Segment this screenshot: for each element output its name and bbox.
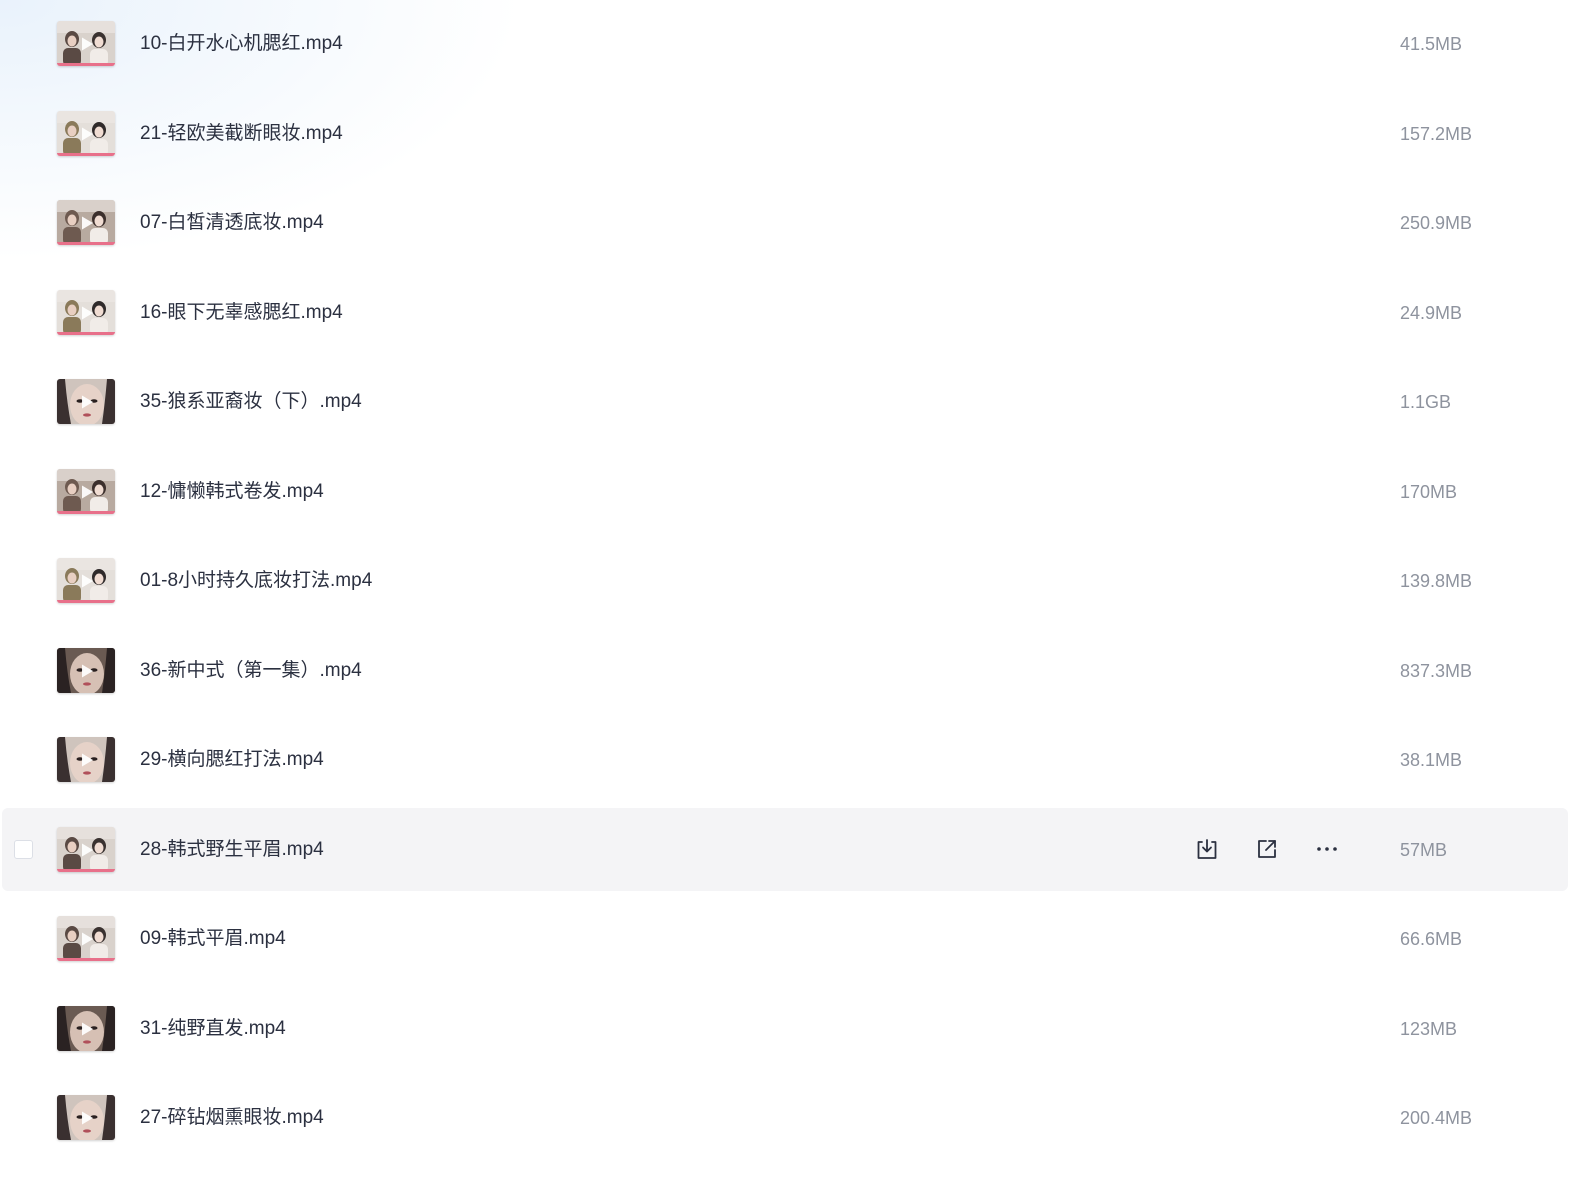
file-name[interactable]: 09-韩式平眉.mp4 xyxy=(140,927,286,951)
file-row[interactable]: 21-轻欧美截断眼妆.mp4 157.2MB xyxy=(2,92,1568,175)
more-icon[interactable] xyxy=(1312,834,1342,864)
file-row[interactable]: 07-白皙清透底妆.mp4 250.9MB xyxy=(2,181,1568,264)
play-icon xyxy=(79,573,95,589)
file-row[interactable]: 01-8小时持久底妆打法.mp4 139.8MB xyxy=(2,539,1568,622)
play-icon xyxy=(79,215,95,231)
file-row[interactable]: 28-韩式野生平眉.mp4 57MB xyxy=(2,807,1568,891)
file-size: 1.1GB xyxy=(1400,392,1452,412)
share-icon[interactable] xyxy=(1252,834,1282,864)
video-thumbnail[interactable] xyxy=(57,558,115,603)
file-row[interactable]: 10-白开水心机腮红.mp4 41.5MB xyxy=(2,2,1568,85)
play-icon xyxy=(79,305,95,321)
file-name[interactable]: 31-纯野直发.mp4 xyxy=(140,1017,286,1041)
video-thumbnail[interactable] xyxy=(57,110,115,156)
play-icon xyxy=(79,394,95,410)
play-icon xyxy=(79,931,95,947)
play-icon xyxy=(79,484,95,500)
file-size: 57MB xyxy=(1400,839,1448,860)
play-icon xyxy=(79,842,95,858)
row-checkbox[interactable] xyxy=(14,839,33,859)
file-name[interactable]: 10-白开水心机腮红.mp4 xyxy=(140,32,343,56)
file-row[interactable]: 35-狼系亚裔妆（下）.mp4 1.1GB xyxy=(2,360,1568,443)
video-thumbnail[interactable] xyxy=(57,1095,115,1140)
file-name[interactable]: 07-白皙清透底妆.mp4 xyxy=(140,211,324,235)
video-thumbnail[interactable] xyxy=(57,468,115,514)
file-row[interactable]: 29-横向腮红打法.mp4 38.1MB xyxy=(2,718,1568,801)
video-thumbnail[interactable] xyxy=(57,737,115,782)
file-name[interactable]: 16-眼下无辜感腮红.mp4 xyxy=(140,301,343,325)
file-row[interactable]: 36-新中式（第一集）.mp4 837.3MB xyxy=(2,629,1568,712)
video-thumbnail[interactable] xyxy=(57,200,115,245)
video-thumbnail[interactable] xyxy=(57,21,115,66)
video-thumbnail[interactable] xyxy=(57,916,115,961)
file-size: 24.9MB xyxy=(1400,302,1463,323)
play-icon xyxy=(79,1021,95,1037)
file-size: 139.8MB xyxy=(1400,571,1473,591)
file-row[interactable]: 09-韩式平眉.mp4 66.6MB xyxy=(2,897,1568,980)
file-size: 123MB xyxy=(1400,1018,1458,1039)
file-name[interactable]: 12-慵懒韩式卷发.mp4 xyxy=(140,480,324,504)
file-name[interactable]: 21-轻欧美截断眼妆.mp4 xyxy=(140,122,343,146)
file-size: 200.4MB xyxy=(1400,1108,1473,1128)
video-thumbnail[interactable] xyxy=(57,826,115,872)
play-icon xyxy=(79,126,95,142)
video-thumbnail[interactable] xyxy=(57,289,115,335)
file-size: 157.2MB xyxy=(1400,123,1473,144)
file-size: 38.1MB xyxy=(1400,750,1463,770)
file-name[interactable]: 28-韩式野生平眉.mp4 xyxy=(140,838,324,862)
file-row[interactable]: 31-纯野直发.mp4 123MB xyxy=(2,987,1568,1070)
file-row[interactable]: 27-碎钻烟熏眼妆.mp4 200.4MB xyxy=(2,1076,1568,1159)
download-icon[interactable] xyxy=(1192,834,1222,864)
file-name[interactable]: 29-横向腮红打法.mp4 xyxy=(140,748,324,772)
file-name[interactable]: 36-新中式（第一集）.mp4 xyxy=(140,659,362,683)
file-row[interactable]: 12-慵懒韩式卷发.mp4 170MB xyxy=(2,450,1568,533)
video-thumbnail[interactable] xyxy=(57,379,115,424)
play-icon xyxy=(79,36,95,52)
file-size: 66.6MB xyxy=(1400,929,1463,949)
file-name[interactable]: 35-狼系亚裔妆（下）.mp4 xyxy=(140,390,362,414)
file-size: 837.3MB xyxy=(1400,660,1473,681)
video-thumbnail[interactable] xyxy=(57,647,115,693)
file-row[interactable]: 16-眼下无辜感腮红.mp4 24.9MB xyxy=(2,271,1568,354)
file-name[interactable]: 27-碎钻烟熏眼妆.mp4 xyxy=(140,1106,324,1130)
play-icon xyxy=(79,663,95,679)
file-size: 41.5MB xyxy=(1400,34,1463,54)
file-size: 170MB xyxy=(1400,481,1458,502)
play-icon xyxy=(79,752,95,768)
play-icon xyxy=(79,1110,95,1126)
file-name[interactable]: 01-8小时持久底妆打法.mp4 xyxy=(140,569,372,593)
video-thumbnail[interactable] xyxy=(57,1005,115,1051)
file-size: 250.9MB xyxy=(1400,213,1473,233)
